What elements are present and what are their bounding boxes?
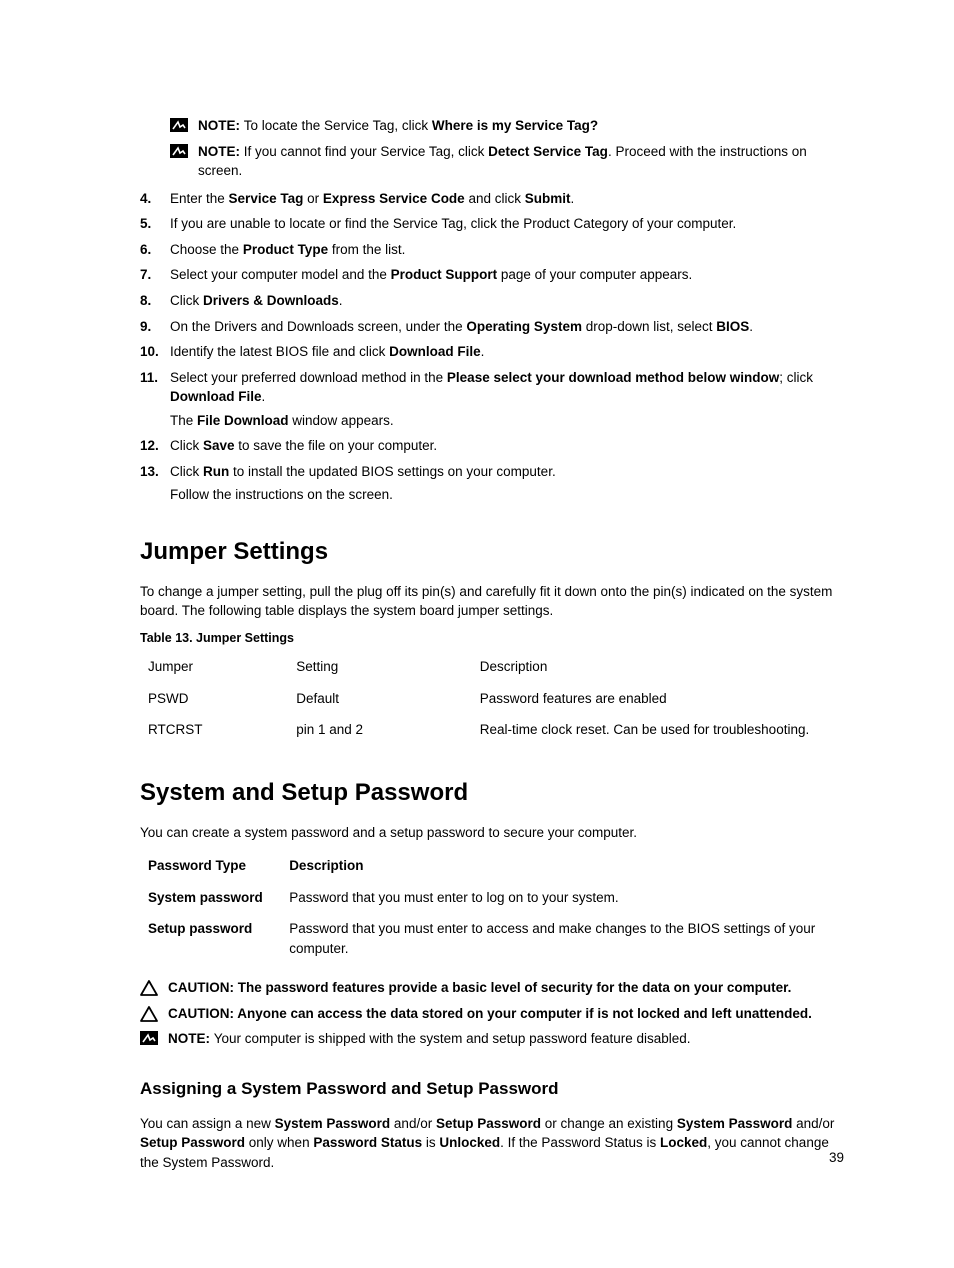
- heading-password: System and Setup Password: [140, 776, 846, 811]
- th-description: Description: [281, 850, 846, 882]
- th-jumper: Jumper: [140, 651, 288, 683]
- heading-assign-password: Assigning a System Password and Setup Pa…: [140, 1077, 846, 1102]
- step-12: Click Save to save the file on your comp…: [140, 436, 846, 456]
- cell: Real-time clock reset. Can be used for t…: [472, 714, 846, 746]
- step-5: If you are unable to locate or find the …: [140, 214, 846, 234]
- cell: RTCRST: [140, 714, 288, 746]
- page: NOTE: To locate the Service Tag, click W…: [0, 0, 954, 1268]
- desc: Password that you must enter to access a…: [281, 913, 846, 964]
- table-row: PSWD Default Password features are enabl…: [140, 683, 846, 715]
- step-6: Choose the Product Type from the list.: [140, 240, 846, 260]
- table-header-row: Jumper Setting Description: [140, 651, 846, 683]
- step-13: Click Run to install the updated BIOS se…: [140, 462, 846, 505]
- assign-paragraph: You can assign a new System Password and…: [140, 1114, 846, 1173]
- table-row: System password Password that you must e…: [140, 882, 846, 914]
- note-text: NOTE: Your computer is shipped with the …: [168, 1029, 691, 1049]
- step-10: Identify the latest BIOS file and click …: [140, 342, 846, 362]
- page-number: 39: [829, 1148, 844, 1168]
- caution-icon: [140, 1006, 158, 1022]
- cell: PSWD: [140, 683, 288, 715]
- steps-list: Enter the Service Tag or Express Service…: [140, 189, 846, 505]
- note-icon: [140, 1031, 158, 1045]
- jumper-table: Jumper Setting Description PSWD Default …: [140, 651, 846, 746]
- cell: pin 1 and 2: [288, 714, 472, 746]
- table-header-row: Password Type Description: [140, 850, 846, 882]
- jumper-intro: To change a jumper setting, pull the plu…: [140, 582, 846, 621]
- note-text: NOTE: To locate the Service Tag, click W…: [198, 116, 598, 136]
- cell: Password features are enabled: [472, 683, 846, 715]
- step-13-sub: Follow the instructions on the screen.: [170, 485, 846, 505]
- step-7: Select your computer model and the Produ…: [140, 265, 846, 285]
- cell: Default: [288, 683, 472, 715]
- caution-text: CAUTION: Anyone can access the data stor…: [168, 1004, 812, 1024]
- step-11-sub: The File Download window appears.: [170, 411, 846, 431]
- note-row: NOTE: Your computer is shipped with the …: [140, 1029, 846, 1049]
- term: Setup password: [140, 913, 281, 964]
- note-icon: [170, 144, 188, 158]
- note-text: NOTE: If you cannot find your Service Ta…: [198, 142, 846, 181]
- caution-text: CAUTION: The password features provide a…: [168, 978, 791, 998]
- password-type-table: Password Type Description System passwor…: [140, 850, 846, 964]
- caution-icon: [140, 980, 158, 996]
- table-caption: Table 13. Jumper Settings: [140, 629, 846, 647]
- table-row: RTCRST pin 1 and 2 Real-time clock reset…: [140, 714, 846, 746]
- table-row: Setup password Password that you must en…: [140, 913, 846, 964]
- th-password-type: Password Type: [140, 850, 281, 882]
- note-row: NOTE: If you cannot find your Service Ta…: [170, 142, 846, 181]
- step-9: On the Drivers and Downloads screen, und…: [140, 317, 846, 337]
- term: System password: [140, 882, 281, 914]
- step-11: Select your preferred download method in…: [140, 368, 846, 431]
- caution-row: CAUTION: The password features provide a…: [140, 978, 846, 998]
- note-row: NOTE: To locate the Service Tag, click W…: [170, 116, 846, 136]
- heading-jumper-settings: Jumper Settings: [140, 535, 846, 570]
- step-8: Click Drivers & Downloads.: [140, 291, 846, 311]
- th-description: Description: [472, 651, 846, 683]
- desc: Password that you must enter to log on t…: [281, 882, 846, 914]
- note-icon: [170, 118, 188, 132]
- step-4: Enter the Service Tag or Express Service…: [140, 189, 846, 209]
- caution-row: CAUTION: Anyone can access the data stor…: [140, 1004, 846, 1024]
- th-setting: Setting: [288, 651, 472, 683]
- pw-intro: You can create a system password and a s…: [140, 823, 846, 843]
